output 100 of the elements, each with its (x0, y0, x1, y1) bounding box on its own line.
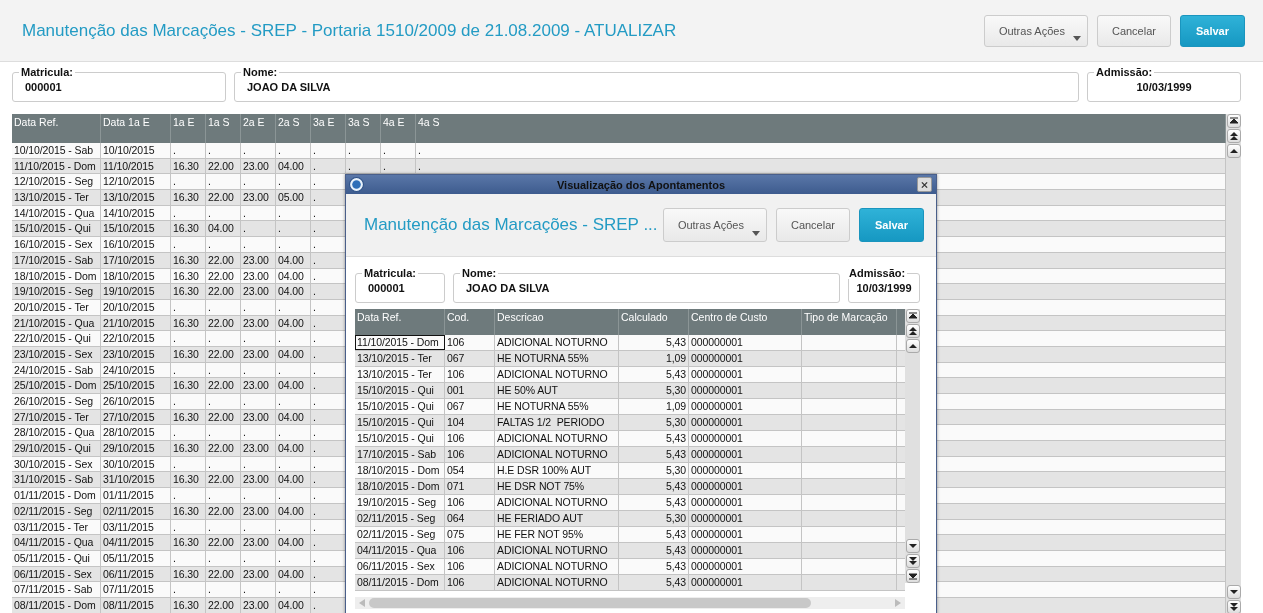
table-cell: 000000001 (689, 463, 802, 478)
right-arrow-icon (895, 599, 901, 607)
page-down-button[interactable] (905, 554, 920, 568)
table-cell: 01/11/2015 - Dom (12, 488, 101, 503)
table-cell: 24/10/2015 - Sab (12, 362, 101, 378)
table-cell: 16.30 (171, 535, 206, 550)
table-cell: 22.00 (206, 378, 241, 393)
table-cell: 18/10/2015 - Dom (12, 268, 101, 284)
scroll-top-button[interactable] (905, 309, 920, 323)
table-cell: 5,43 (619, 527, 689, 542)
table-cell: 16.30 (171, 597, 206, 613)
table-cell: . (206, 299, 241, 315)
table-cell: 16.30 (171, 378, 206, 393)
app-icon (349, 177, 364, 192)
scroll-top-icon (908, 312, 917, 320)
table-cell: 5,30 (619, 511, 689, 526)
table-cell: 23.00 (241, 409, 276, 425)
table-cell: 11/10/2015 - Dom (12, 158, 101, 174)
save-button[interactable]: Salvar (858, 208, 924, 242)
table-cell: 22/10/2015 (101, 331, 171, 346)
scroll-down-button[interactable] (1226, 584, 1241, 599)
horizontal-scrollbar[interactable] (355, 597, 905, 609)
text-field[interactable]: Nome: JOAO DA SILVA (453, 267, 840, 303)
table-cell: . (206, 174, 241, 190)
table-cell: . (206, 456, 241, 472)
table-cell: . (171, 582, 206, 597)
table-cell: 16.30 (171, 221, 206, 237)
table-cell: . (206, 205, 241, 221)
table-cell: 22/10/2015 - Qui (12, 331, 101, 346)
table-cell: ADICIONAL NOTURNO (495, 367, 619, 382)
page-up-button[interactable] (1226, 129, 1241, 143)
actions-menu-button[interactable]: Outras Ações (662, 208, 767, 242)
table-cell: 000000001 (689, 495, 802, 510)
table-cell: 000000001 (689, 479, 802, 494)
table-cell: 067 (445, 399, 495, 414)
table-cell: . (206, 394, 241, 409)
scrollbar[interactable] (905, 309, 920, 583)
scroll-down-button[interactable] (905, 539, 920, 553)
field-label: Admissão: (1095, 66, 1154, 78)
table-cell: 04.00 (276, 284, 311, 299)
actions-menu-button[interactable]: Outras Ações (983, 14, 1088, 47)
save-button[interactable]: Salvar (1179, 14, 1245, 47)
table-cell: . (206, 237, 241, 252)
field-value: JOAO DA SILVA (466, 281, 550, 294)
page-down-button[interactable] (1226, 599, 1241, 613)
scroll-up-button[interactable] (1226, 144, 1241, 158)
table-cell: 106 (445, 495, 495, 510)
table-cell: ADICIONAL NOTURNO (495, 335, 619, 350)
dialog-heading: Manutenção das Marcações - SREP ... (364, 215, 658, 235)
table-cell: 20/10/2015 (101, 299, 171, 315)
field-value: 000001 (25, 80, 62, 93)
table-cell: 16.30 (171, 252, 206, 268)
cancel-button[interactable]: Cancelar (1096, 14, 1171, 47)
table-cell: 22.00 (206, 472, 241, 488)
table-cell: 16.30 (171, 472, 206, 488)
table-cell: . (276, 582, 311, 597)
page-up-button[interactable] (905, 324, 920, 338)
text-field[interactable]: Nome: JOAO DA SILVA (234, 66, 1079, 102)
field-value: JOAO DA SILVA (247, 80, 331, 93)
table-cell: 5,43 (619, 495, 689, 510)
field-label: Nome: (242, 66, 279, 78)
table-cell: . (276, 205, 311, 221)
table-cell: 1,09 (619, 399, 689, 414)
table-cell: 15/10/2015 - Qui (355, 383, 445, 398)
table-cell: 000000001 (689, 575, 802, 590)
table-cell: 23.00 (241, 158, 276, 174)
table-cell: 067 (445, 351, 495, 366)
table-cell: . (276, 143, 311, 158)
scrollbar[interactable] (1226, 114, 1241, 613)
table-cell: 02/11/2015 (101, 503, 171, 519)
table-cell: 23/10/2015 (101, 346, 171, 362)
scrollbar-thumb[interactable] (369, 598, 811, 608)
table-cell: 22.00 (206, 252, 241, 268)
table-cell: 28/10/2015 - Qua (12, 425, 101, 441)
table-cell: HE NOTURNA 55% (495, 351, 619, 366)
text-field[interactable]: Matricula: 000001 (12, 66, 226, 102)
close-button[interactable] (917, 177, 932, 192)
table-cell: 13/10/2015 - Ter (355, 351, 445, 366)
table-cell: HE FERIADO AUT (495, 511, 619, 526)
table-cell: ADICIONAL NOTURNO (495, 543, 619, 558)
table-cell: 02/11/2015 - Seg (355, 511, 445, 526)
table-cell: 16.30 (171, 190, 206, 205)
scroll-up-button[interactable] (905, 339, 920, 353)
cancel-button[interactable]: Cancelar (775, 208, 850, 242)
text-field[interactable]: Admissão: 10/03/1999 (1087, 66, 1241, 102)
text-field[interactable]: Matricula: 000001 (355, 267, 445, 303)
table-cell: 12/10/2015 - Seg (12, 174, 101, 190)
table-cell: 14/10/2015 - Qua (12, 205, 101, 221)
column-header[interactable]: Data Ref. (355, 309, 445, 335)
text-field[interactable]: Admissão: 10/03/1999 (848, 267, 920, 303)
scroll-top-button[interactable] (1226, 114, 1241, 128)
table-cell: . (206, 519, 241, 535)
table-cell: 22.00 (206, 597, 241, 613)
table-cell: 5,43 (619, 559, 689, 574)
table-cell: 16.30 (171, 158, 206, 174)
table-cell: 23.00 (241, 252, 276, 268)
table-cell: . (206, 331, 241, 346)
scroll-bottom-button[interactable] (905, 569, 920, 583)
table-cell: . (276, 425, 311, 441)
table-cell: 23.00 (241, 503, 276, 519)
